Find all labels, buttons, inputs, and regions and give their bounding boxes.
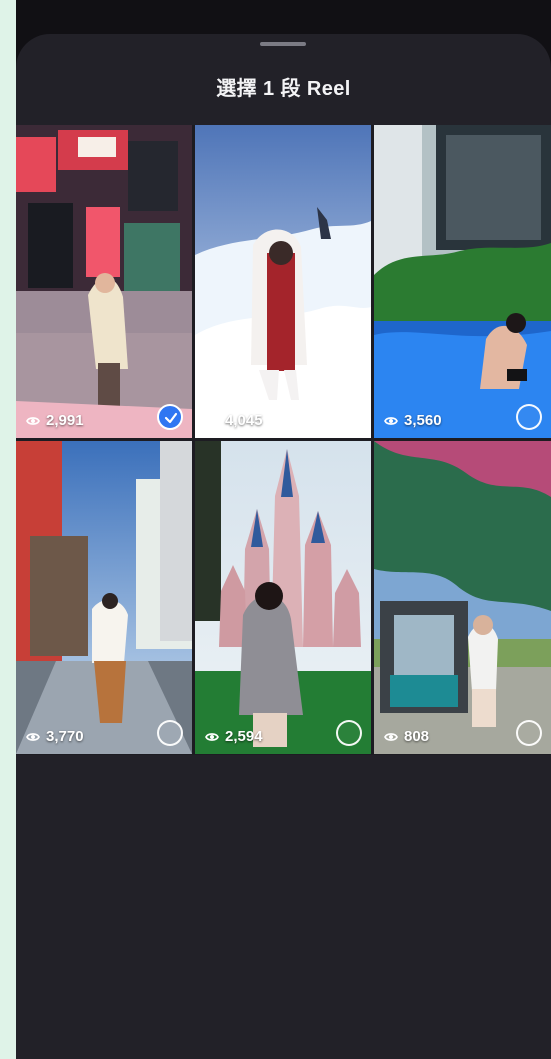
eye-icon bbox=[26, 416, 40, 425]
view-count: 2,594 bbox=[205, 728, 263, 745]
reel-tile-6[interactable]: 808 bbox=[374, 441, 551, 754]
reel-select-radio[interactable] bbox=[336, 720, 362, 746]
view-count: 3,770 bbox=[26, 728, 84, 745]
view-count-value: 808 bbox=[404, 728, 430, 745]
eye-icon bbox=[384, 416, 398, 425]
reel-tile-3[interactable]: 3,560 bbox=[374, 125, 551, 438]
eye-icon bbox=[26, 732, 40, 741]
reel-thumbnail-pool-resort bbox=[374, 125, 551, 438]
reel-thumbnail-castle-park bbox=[195, 441, 371, 754]
eye-icon bbox=[384, 732, 398, 741]
view-count: 808 bbox=[384, 728, 429, 745]
reel-select-radio[interactable] bbox=[516, 720, 542, 746]
sheet-title: 選擇 1 段 Reel bbox=[216, 78, 351, 100]
reel-thumbnail-city-night-street bbox=[16, 125, 192, 438]
select-reel-screen: 選擇 1 段 Reel 2,991 4,045 3,560 3,770 2,59… bbox=[0, 0, 551, 1059]
reel-tile-2[interactable]: 4,045 bbox=[195, 125, 371, 438]
eye-icon bbox=[205, 732, 219, 741]
view-count: 2,991 bbox=[26, 412, 84, 429]
reel-grid: 2,991 4,045 3,560 3,770 2,594 808 bbox=[16, 125, 551, 755]
reel-select-radio[interactable] bbox=[157, 720, 183, 746]
view-count-value: 2,991 bbox=[46, 412, 84, 429]
reel-thumbnail-golf-course bbox=[374, 441, 551, 754]
drag-handle[interactable] bbox=[260, 42, 306, 46]
view-count-value: 4,045 bbox=[225, 412, 263, 429]
check-icon bbox=[164, 412, 178, 424]
reel-thumbnail-snow-mountain bbox=[195, 125, 371, 438]
view-count-value: 3,770 bbox=[46, 728, 84, 745]
reel-picker-sheet: 選擇 1 段 Reel 2,991 4,045 3,560 3,770 2,59… bbox=[16, 34, 551, 1059]
reel-tile-4[interactable]: 3,770 bbox=[16, 441, 192, 754]
reel-select-radio[interactable] bbox=[516, 404, 542, 430]
view-count-value: 2,594 bbox=[225, 728, 263, 745]
reel-tile-5[interactable]: 2,594 bbox=[195, 441, 371, 754]
reel-thumbnail-sunny-city-street bbox=[16, 441, 192, 754]
view-count: 3,560 bbox=[384, 412, 442, 429]
view-count-value: 3,560 bbox=[404, 412, 442, 429]
reel-select-radio[interactable] bbox=[336, 404, 362, 430]
eye-icon bbox=[205, 416, 219, 425]
reel-select-radio[interactable] bbox=[157, 404, 183, 430]
reel-tile-1[interactable]: 2,991 bbox=[16, 125, 192, 438]
view-count: 4,045 bbox=[205, 412, 263, 429]
